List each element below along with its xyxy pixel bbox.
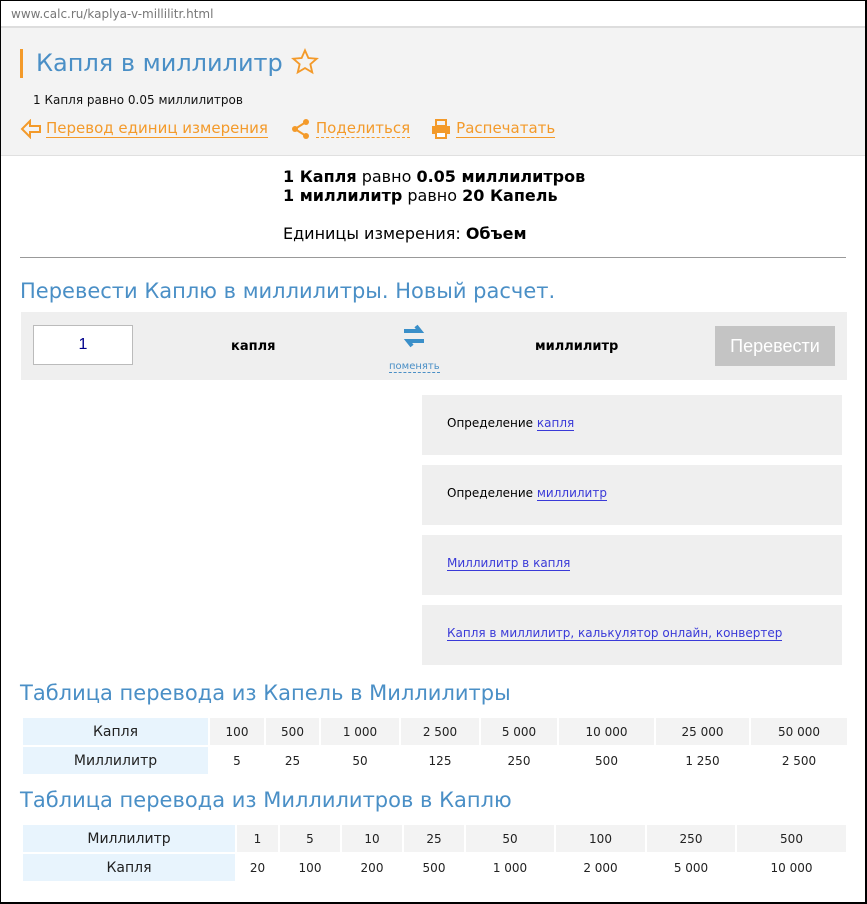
table-cell: 20 (249, 860, 266, 875)
printer-icon (432, 119, 451, 139)
table-cell: 50 (466, 825, 554, 852)
table-cell: 100 (556, 825, 645, 852)
swap-button[interactable]: поменять (389, 322, 440, 373)
table-row: Капля 100 500 1 000 2 500 5 000 10 000 25 000 50… (23, 718, 847, 745)
table-cell: 5 000 (481, 718, 557, 745)
table-cell: 50 (352, 753, 368, 768)
table-cell: 10 000 (770, 860, 813, 875)
converter-form: капля поменять миллилитр Перевести (21, 312, 847, 380)
table-cell: 500 (595, 753, 618, 768)
table-cell: 25 (404, 825, 464, 852)
share-icon (291, 119, 309, 139)
definition-link[interactable]: миллилитр (536, 486, 607, 501)
favorite-star-icon[interactable] (291, 48, 319, 76)
from-unit: капля (231, 339, 276, 354)
result-to: 0.05 миллилитров (416, 167, 586, 186)
table-row: Миллилитр 1 5 10 25 50 100 250 500 (23, 825, 846, 852)
table-cell: 2 500 (781, 753, 817, 768)
unit-category-value: Объем (465, 224, 527, 243)
table-cell: 10 (342, 825, 402, 852)
table-row: Капля 20 100 200 500 1 000 2 000 5 000 10 000 (23, 854, 846, 881)
back-arrow-icon (20, 119, 41, 139)
table-cell: 500 (266, 718, 319, 745)
table-cell: 100 (210, 718, 264, 745)
table-cell: 50 000 (751, 718, 847, 745)
unit-category: Единицы измерения: Объем (283, 224, 527, 243)
row-label: Капля (23, 854, 235, 881)
table-cell: 1 (237, 825, 278, 852)
convert-button[interactable]: Перевести (715, 326, 835, 366)
row-label: Миллилитр (23, 825, 235, 852)
table-cell: 500 (422, 860, 446, 875)
value-input[interactable] (33, 325, 133, 365)
unit-conversion-link[interactable]: Перевод единиц измерения (46, 120, 268, 138)
table-cell: 100 (298, 860, 322, 875)
table2-heading: Таблица перевода из Миллилитров в Каплю (20, 788, 512, 812)
table-row: Миллилитр 5 25 50 125 250 500 1 250 2 500 (23, 747, 847, 774)
table-cell: 250 (507, 753, 531, 768)
table-cell: 500 (737, 825, 846, 852)
table-cell: 25 000 (656, 718, 749, 745)
table-cell: 1 000 (492, 860, 528, 875)
print-link[interactable]: Распечатать (456, 120, 556, 138)
related-box: Миллилитр в капля (422, 535, 842, 595)
table-cell: 125 (428, 753, 452, 768)
related-link[interactable]: Миллилитр в капля (447, 556, 571, 571)
share-link[interactable]: Поделиться (315, 120, 411, 138)
table1-heading: Таблица перевода из Капель в Миллилитры (20, 681, 511, 705)
conversion-result: 1 Капля равно 0.05 миллилитров 1 миллили… (283, 167, 585, 205)
address-bar[interactable]: www.calc.ru/kaplya-v-millilitr.html (1, 1, 865, 28)
to-unit: миллилитр (535, 339, 619, 354)
table-cell: 200 (360, 860, 384, 875)
table-cell: 5 000 (673, 860, 709, 875)
result-equals: равно (402, 186, 463, 205)
definition-link[interactable]: капля (536, 416, 575, 431)
result-from: 1 Капля (283, 167, 357, 186)
page-header: Капля в миллилитр 1 Капля равно 0.05 мил… (1, 28, 865, 156)
table-cell: 250 (647, 825, 735, 852)
page-title: Капля в миллилитр (20, 49, 283, 78)
table-cell: 2 500 (401, 718, 479, 745)
table-cell: 1 000 (321, 718, 399, 745)
ml-to-drops-table: Миллилитр 1 5 10 25 50 100 250 500 Капля 20 100 200 5… (21, 823, 848, 883)
definition-box: Определение миллилитр (422, 465, 842, 525)
definition-box: Определение капля (422, 395, 842, 455)
drops-to-ml-table: Капля 100 500 1 000 2 500 5 000 10 000 25 000 50… (21, 716, 849, 776)
swap-arrows-icon (403, 324, 425, 348)
result-from: 1 миллилитр (283, 186, 403, 205)
calculator-heading: Перевести Каплю в миллилитры. Новый расч… (20, 279, 556, 303)
table-cell: 5 (280, 825, 340, 852)
box-text: Определение (447, 486, 537, 500)
unit-category-label: Единицы измерения: (283, 224, 466, 243)
related-link[interactable]: Капля в миллилитр, калькулятор онлайн, к… (447, 626, 783, 641)
table-cell: 25 (284, 753, 301, 768)
table-cell: 1 250 (685, 753, 720, 768)
divider (20, 257, 846, 258)
row-label: Миллилитр (23, 747, 208, 774)
table-cell: 5 (233, 753, 241, 768)
table-cell: 2 000 (583, 860, 618, 875)
swap-label[interactable]: поменять (389, 361, 440, 373)
page-subtitle: 1 Капля равно 0.05 миллилитров (33, 93, 243, 107)
table-cell: 10 000 (559, 718, 654, 745)
box-text: Определение (447, 416, 537, 430)
result-equals: равно (356, 167, 417, 186)
result-to: 20 Капель (462, 186, 558, 205)
related-box: Капля в миллилитр, калькулятор онлайн, к… (422, 605, 842, 665)
row-label: Капля (23, 718, 208, 745)
